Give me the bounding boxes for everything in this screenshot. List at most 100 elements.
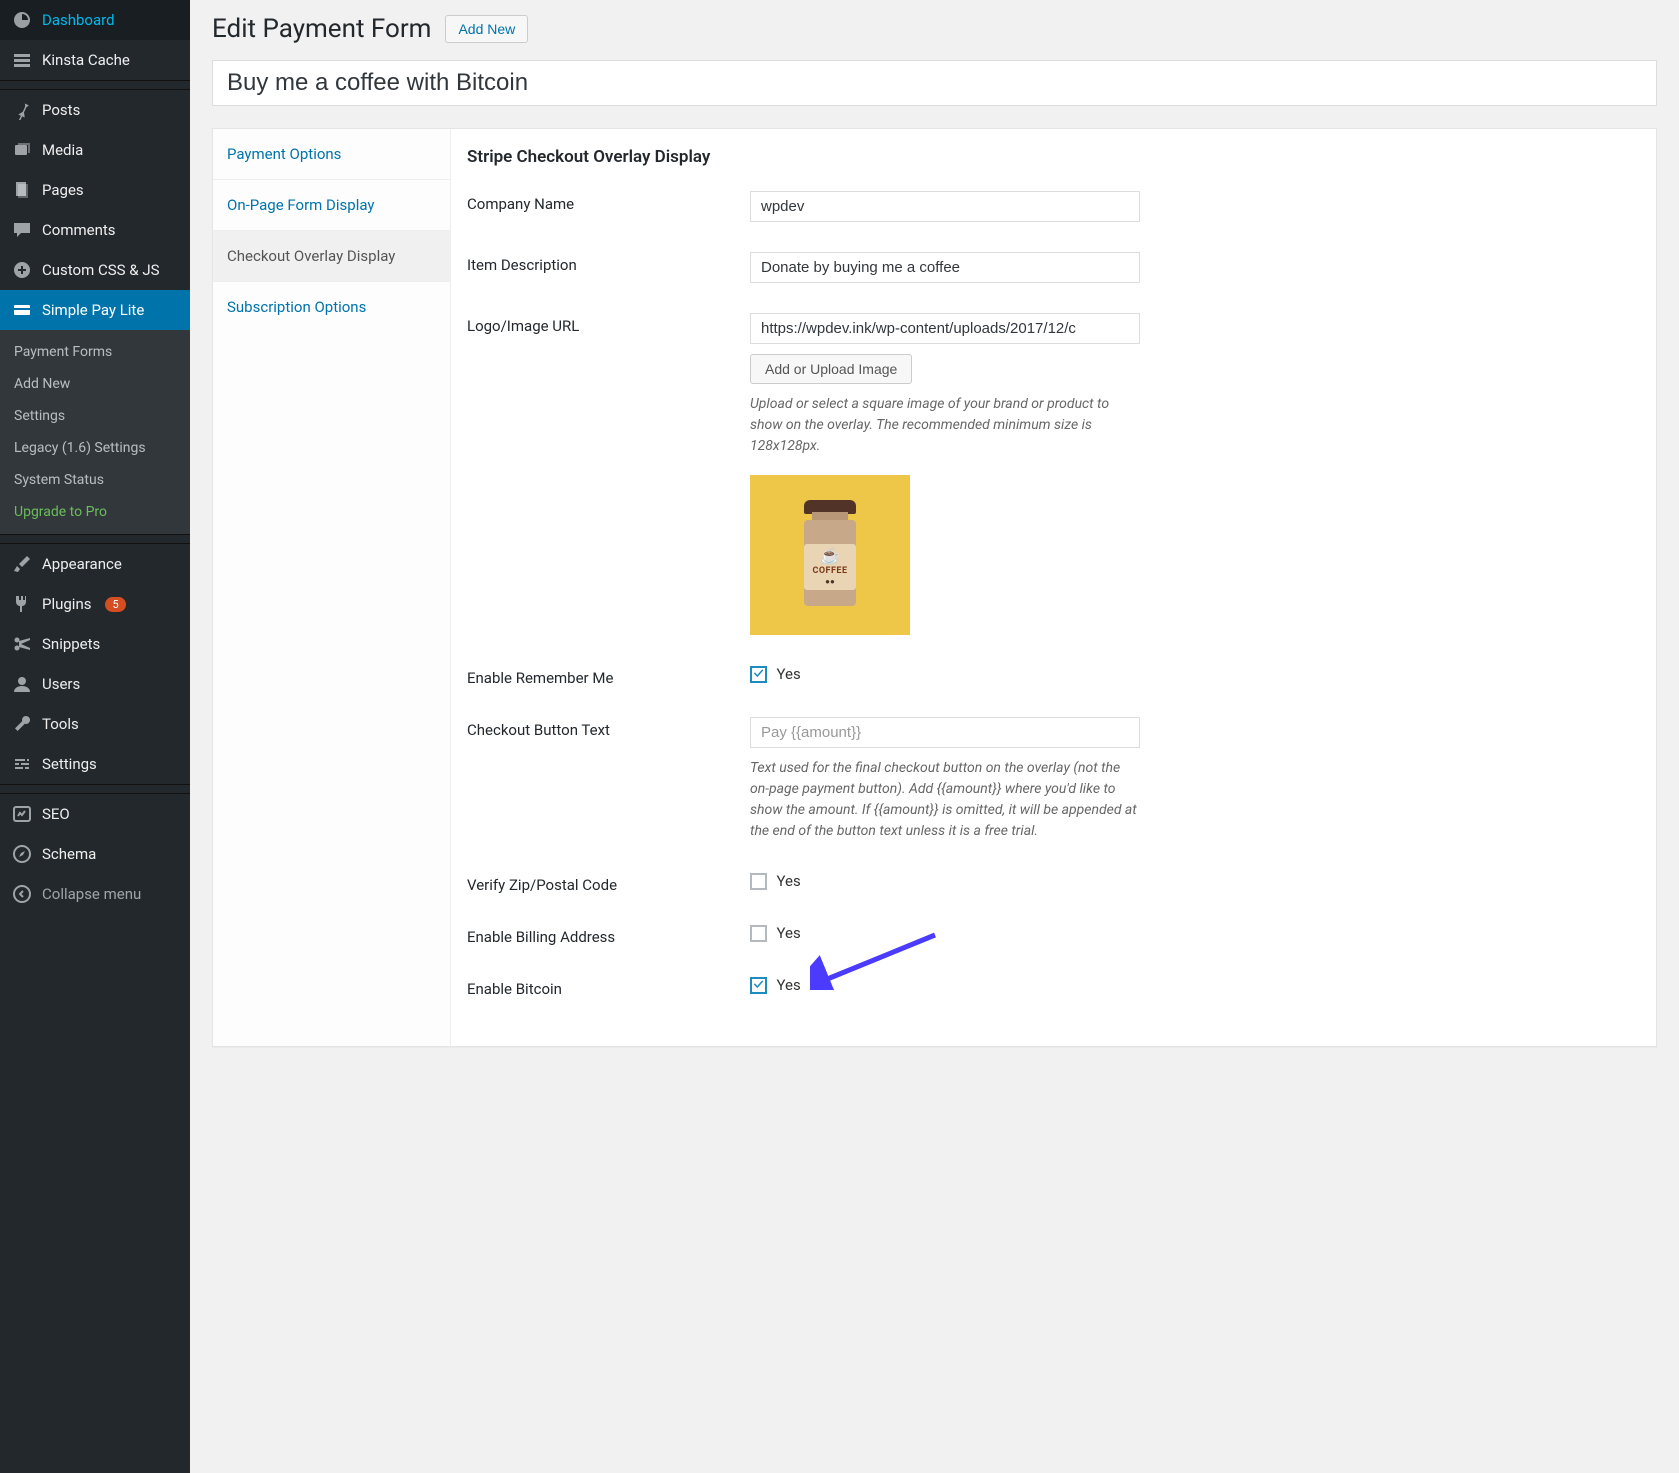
submenu-add-new[interactable]: Add New [0, 368, 190, 400]
sidebar-separator [0, 80, 190, 90]
sidebar-label: Dashboard [42, 11, 115, 29]
collapse-icon [12, 884, 32, 904]
verify-zip-label: Verify Zip/Postal Code [467, 872, 750, 894]
sidebar-label: Simple Pay Lite [42, 301, 144, 319]
sidebar-item-collapse[interactable]: Collapse menu [0, 874, 190, 914]
sidebar-item-pages[interactable]: Pages [0, 170, 190, 210]
checkout-button-text-label: Checkout Button Text [467, 717, 750, 739]
sidebar-item-kinsta-cache[interactable]: Kinsta Cache [0, 40, 190, 80]
sidebar-separator [0, 784, 190, 794]
sidebar-item-custom-css-js[interactable]: Custom CSS & JS [0, 250, 190, 290]
sidebar-item-plugins[interactable]: Plugins 5 [0, 584, 190, 624]
page-header: Edit Payment Form Add New [212, 14, 1657, 44]
sidebar-label: Custom CSS & JS [42, 261, 160, 279]
company-name-input[interactable] [750, 191, 1140, 222]
submenu-settings[interactable]: Settings [0, 400, 190, 432]
sidebar-item-posts[interactable]: Posts [0, 90, 190, 130]
sidebar-label: Media [42, 141, 83, 159]
wrench-icon [12, 714, 32, 734]
sidebar-label: Posts [42, 101, 80, 119]
pin-icon [12, 100, 32, 120]
sidebar-label: Pages [42, 181, 84, 199]
sidebar-item-snippets[interactable]: Snippets [0, 624, 190, 664]
item-description-input[interactable] [750, 252, 1140, 283]
sidebar-item-appearance[interactable]: Appearance [0, 544, 190, 584]
sidebar-item-comments[interactable]: Comments [0, 210, 190, 250]
sliders-icon [12, 754, 32, 774]
sidebar-label: Schema [42, 845, 96, 863]
sidebar-item-users[interactable]: Users [0, 664, 190, 704]
sidebar-item-settings[interactable]: Settings [0, 744, 190, 784]
logo-preview: ☕ COFFEE ●● [750, 475, 910, 635]
tab-checkout-overlay-display[interactable]: Checkout Overlay Display [213, 231, 450, 282]
sidebar-label: Snippets [42, 635, 100, 653]
main-content: Edit Payment Form Add New Payment Option… [190, 0, 1679, 1473]
sidebar-item-simple-pay-lite[interactable]: Simple Pay Lite [0, 290, 190, 330]
enable-bitcoin-label: Enable Bitcoin [467, 976, 750, 998]
enable-bitcoin-checkbox[interactable] [750, 977, 767, 994]
sidebar-item-schema[interactable]: Schema [0, 834, 190, 874]
cache-icon [12, 50, 32, 70]
sidebar-label: Settings [42, 755, 97, 773]
billing-address-label: Enable Billing Address [467, 924, 750, 946]
submenu-system-status[interactable]: System Status [0, 464, 190, 496]
yes-label: Yes [776, 665, 800, 683]
checkout-button-text-input[interactable] [750, 717, 1140, 748]
remember-me-checkbox[interactable] [750, 666, 767, 683]
logo-description: Upload or select a square image of your … [750, 394, 1140, 457]
plugin-update-badge: 5 [105, 597, 125, 612]
upload-image-button[interactable]: Add or Upload Image [750, 354, 912, 384]
form-title-input[interactable] [212, 60, 1657, 106]
item-description-label: Item Description [467, 252, 750, 274]
sidebar-submenu: Payment Forms Add New Settings Legacy (1… [0, 330, 190, 534]
add-new-button[interactable]: Add New [445, 15, 528, 43]
pages-icon [12, 180, 32, 200]
card-icon [12, 300, 32, 320]
page-title: Edit Payment Form [212, 14, 431, 44]
sidebar-item-tools[interactable]: Tools [0, 704, 190, 744]
submenu-payment-forms[interactable]: Payment Forms [0, 336, 190, 368]
logo-url-label: Logo/Image URL [467, 313, 750, 335]
dashboard-icon [12, 10, 32, 30]
settings-tabs: Payment Options On-Page Form Display Che… [213, 129, 451, 1046]
submenu-upgrade-pro[interactable]: Upgrade to Pro [0, 496, 190, 528]
sidebar-separator [0, 534, 190, 544]
plus-circle-icon [12, 260, 32, 280]
sidebar-label: Plugins [42, 595, 91, 613]
billing-address-checkbox[interactable] [750, 925, 767, 942]
tab-on-page-form-display[interactable]: On-Page Form Display [213, 180, 450, 231]
settings-metabox: Payment Options On-Page Form Display Che… [212, 128, 1657, 1047]
seo-icon [12, 804, 32, 824]
compass-icon [12, 844, 32, 864]
sidebar-label: Appearance [42, 555, 122, 573]
remember-me-label: Enable Remember Me [467, 665, 750, 687]
sidebar-item-media[interactable]: Media [0, 130, 190, 170]
sidebar-label: Comments [42, 221, 116, 239]
sidebar-item-dashboard[interactable]: Dashboard [0, 0, 190, 40]
tab-payment-options[interactable]: Payment Options [213, 129, 450, 180]
coffee-jar-icon: ☕ COFFEE ●● [798, 500, 862, 610]
yes-label: Yes [776, 924, 800, 942]
sidebar-item-seo[interactable]: SEO [0, 794, 190, 834]
user-icon [12, 674, 32, 694]
scissors-icon [12, 634, 32, 654]
sidebar-label: Users [42, 675, 80, 693]
comments-icon [12, 220, 32, 240]
company-name-label: Company Name [467, 191, 750, 213]
brush-icon [12, 554, 32, 574]
logo-url-input[interactable] [750, 313, 1140, 344]
sidebar-label: SEO [42, 805, 70, 823]
yes-label: Yes [776, 872, 800, 890]
verify-zip-checkbox[interactable] [750, 873, 767, 890]
settings-panel: Stripe Checkout Overlay Display Company … [451, 129, 1656, 1046]
tab-subscription-options[interactable]: Subscription Options [213, 282, 450, 332]
checkout-button-description: Text used for the final checkout button … [750, 758, 1140, 842]
plug-icon [12, 594, 32, 614]
media-icon [12, 140, 32, 160]
yes-label: Yes [776, 976, 800, 994]
sidebar-label: Kinsta Cache [42, 51, 130, 69]
submenu-legacy-settings[interactable]: Legacy (1.6) Settings [0, 432, 190, 464]
sidebar-label: Tools [42, 715, 79, 733]
sidebar-label: Collapse menu [42, 885, 141, 903]
admin-sidebar: Dashboard Kinsta Cache Posts Media Pages… [0, 0, 190, 1473]
